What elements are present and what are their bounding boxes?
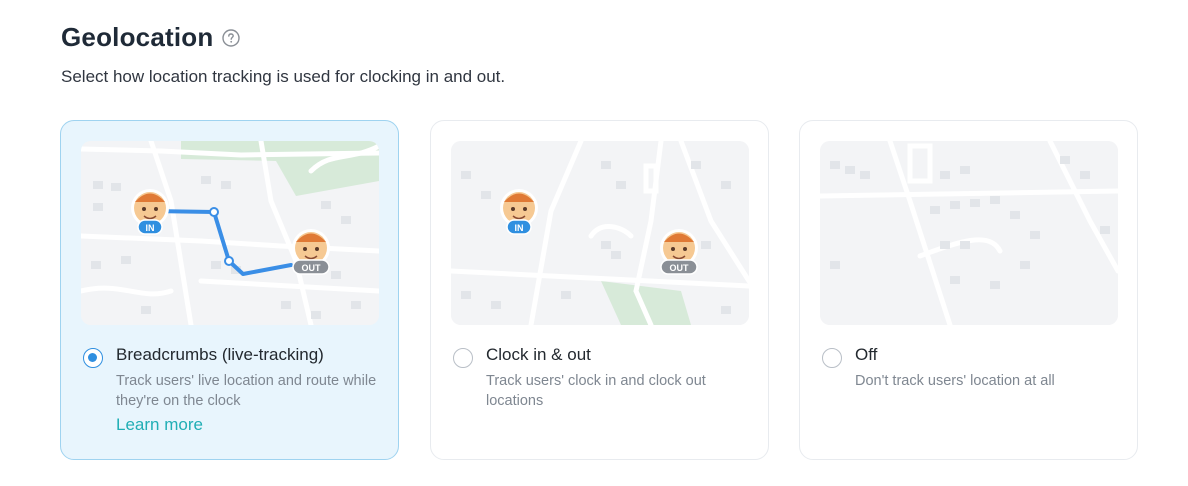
clock-out-marker: OUT xyxy=(660,229,698,275)
option-description: Track users' clock in and clock out loca… xyxy=(486,373,706,409)
option-card-breadcrumbs[interactable]: IN OUT Breadcrumbs (live-tracking) Track… xyxy=(60,120,399,460)
option-card-off[interactable]: Off Don't track users' location at all xyxy=(799,120,1138,460)
map-illustration: IN OUT xyxy=(451,141,749,325)
option-title: Clock in & out xyxy=(486,345,591,364)
in-badge: IN xyxy=(146,223,155,233)
out-badge: OUT xyxy=(670,263,690,273)
section-header: Geolocation xyxy=(61,22,241,53)
radio-breadcrumbs[interactable] xyxy=(83,348,103,368)
map-illustration xyxy=(820,141,1118,325)
option-description: Track users' live location and route whi… xyxy=(116,373,377,409)
out-badge: OUT xyxy=(302,263,322,273)
in-badge: IN xyxy=(515,223,524,233)
page-title: Geolocation xyxy=(61,22,214,52)
learn-more-link[interactable]: Learn more xyxy=(116,415,203,435)
option-card-clock-in-out[interactable]: IN OUT Clock in & out Track users' clock… xyxy=(430,120,769,460)
option-title: Breadcrumbs (live-tracking) xyxy=(116,345,324,364)
radio-clock-in-out[interactable] xyxy=(453,348,473,368)
question-circle-icon[interactable] xyxy=(222,28,241,47)
map-illustration: IN OUT xyxy=(81,141,379,325)
clock-out-marker: OUT xyxy=(292,229,330,275)
radio-off[interactable] xyxy=(822,348,842,368)
page-subtitle: Select how location tracking is used for… xyxy=(61,67,506,86)
option-description: Don't track users' location at all xyxy=(855,373,1055,389)
option-title: Off xyxy=(855,345,878,364)
